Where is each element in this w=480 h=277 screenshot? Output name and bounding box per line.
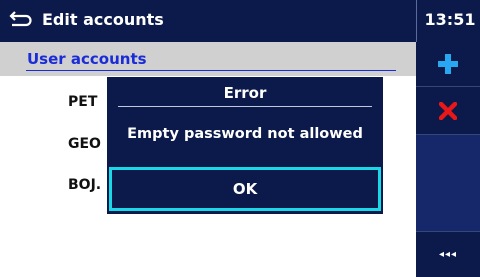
list-item[interactable]: PET bbox=[68, 93, 97, 111]
dialog-divider bbox=[118, 106, 372, 107]
section-underline bbox=[26, 70, 396, 71]
delete-button[interactable] bbox=[416, 87, 480, 135]
clock: 13:51 bbox=[424, 10, 476, 29]
title-bar: Edit accounts 13:51 bbox=[0, 0, 480, 42]
more-options-button[interactable]: ◂◂◂ bbox=[416, 232, 480, 277]
plus-icon bbox=[438, 54, 458, 74]
list-item[interactable]: BOJ. bbox=[68, 176, 101, 194]
close-x-icon bbox=[439, 101, 457, 120]
page-title: Edit accounts bbox=[42, 10, 164, 29]
dialog-message: Empty password not allowed bbox=[127, 126, 363, 142]
header-divider bbox=[416, 0, 417, 42]
right-toolbar: ◂◂◂ bbox=[416, 42, 480, 277]
toolbar-empty-slot bbox=[416, 135, 480, 232]
back-arrow-icon[interactable] bbox=[8, 9, 34, 31]
list-item[interactable]: GEO bbox=[68, 135, 101, 153]
section-title: User accounts bbox=[27, 50, 147, 68]
more-options-icon: ◂◂◂ bbox=[438, 249, 458, 260]
ok-button[interactable]: OK bbox=[109, 167, 381, 211]
section-header: User accounts bbox=[0, 42, 416, 76]
error-dialog: Error Empty password not allowed OK bbox=[107, 77, 383, 214]
dialog-title: Error bbox=[223, 84, 267, 102]
add-button[interactable] bbox=[416, 42, 480, 87]
